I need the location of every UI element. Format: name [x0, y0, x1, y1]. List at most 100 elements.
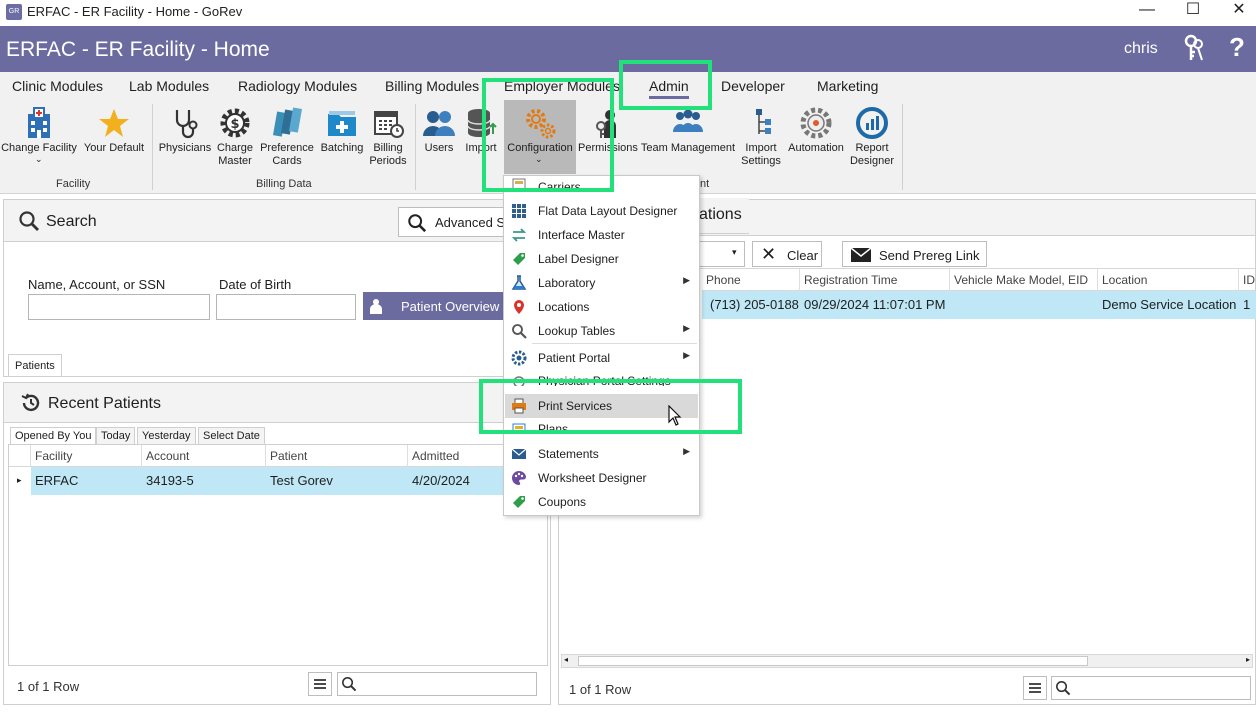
recent-patients-panel: Recent Patients Opened By You Today Yest… — [3, 382, 551, 705]
tab-patients[interactable]: Patients — [8, 354, 62, 376]
users-button[interactable]: Users — [420, 100, 458, 180]
hamburger-icon — [1029, 683, 1041, 693]
tab-developer[interactable]: Developer — [721, 78, 785, 94]
menu-item-flat-data-layout-designer[interactable]: Flat Data Layout Designer — [505, 199, 698, 223]
tab-opened-by-you[interactable]: Opened By You — [10, 427, 97, 445]
change-facility-button[interactable]: Change Facility ⌄ — [0, 100, 78, 180]
tab-radiology-modules[interactable]: Radiology Modules — [238, 78, 357, 94]
search-icon — [1056, 681, 1071, 696]
column-header-account[interactable]: Account — [142, 445, 266, 467]
window-title: ERFAC - ER Facility - Home - GoRev — [27, 4, 243, 19]
grid-filter-input[interactable] — [337, 672, 537, 696]
close-button[interactable]: ✕ — [1216, 0, 1256, 22]
import-settings-button[interactable]: Import Settings — [738, 100, 784, 180]
physicians-button[interactable]: Physicians — [157, 100, 213, 180]
row-count: 1 of 1 Row — [569, 682, 632, 697]
cell-phone: (713) 205-0188 — [710, 297, 799, 312]
physicians-label: Physicians — [158, 142, 212, 154]
search-icon — [342, 677, 357, 692]
charge-master-button[interactable]: $ Charge Master — [212, 100, 258, 180]
menu-item-lookup-tables[interactable]: Lookup Tables ▶ — [505, 319, 698, 343]
search-header: Search Advanced Se — [4, 200, 550, 242]
automation-button[interactable]: Automation — [786, 100, 846, 180]
tab-clinic-modules[interactable]: Clinic Modules — [12, 78, 103, 94]
column-header-patient[interactable]: Patient — [266, 445, 408, 467]
users-label: Users — [424, 142, 454, 154]
menu-item-coupons[interactable]: Coupons — [505, 490, 698, 514]
column-header-phone[interactable]: Phone — [702, 269, 800, 291]
column-header-vehicle[interactable]: Vehicle Make Model, EID — [950, 269, 1098, 291]
tab-registrations[interactable]: ations — [699, 198, 749, 234]
envelope-icon — [511, 448, 527, 459]
table-row[interactable]: (713) 205-0188 09/29/2024 11:07:01 PM De… — [702, 291, 1256, 319]
grid-filter-input[interactable] — [1051, 676, 1251, 700]
horizontal-scrollbar[interactable]: ◂ ▸ — [561, 654, 1253, 668]
user-name[interactable]: chris — [1124, 40, 1158, 58]
menu-item-label-designer[interactable]: Label Designer — [505, 247, 698, 271]
location-dropdown[interactable]: ▾ — [699, 241, 745, 267]
row-indicator-header — [9, 445, 31, 467]
patient-overview-button[interactable]: Patient Overview — [363, 292, 507, 320]
tab-lab-modules[interactable]: Lab Modules — [129, 78, 209, 94]
flow-icon — [756, 109, 771, 134]
hamburger-icon — [314, 679, 326, 689]
column-header-location[interactable]: Location — [1098, 269, 1239, 291]
recent-header: Recent Patients — [4, 383, 550, 423]
team-management-button[interactable]: Team Management — [640, 100, 736, 180]
tab-today[interactable]: Today — [96, 427, 136, 445]
ribbon-separator — [152, 104, 153, 190]
tab-select-date[interactable]: Select Date — [198, 427, 265, 445]
grid-menu-button[interactable] — [1023, 676, 1047, 700]
group-label-billing-data: Billing Data — [256, 178, 312, 190]
preference-cards-button[interactable]: Preference Cards — [258, 100, 316, 180]
column-header-id[interactable]: ID — [1239, 269, 1255, 291]
your-default-button[interactable]: Your Default — [80, 100, 148, 180]
x-icon: ✕ — [761, 244, 777, 264]
name-account-ssn-label: Name, Account, or SSN — [28, 277, 166, 292]
scroll-left-icon[interactable]: ◂ — [564, 655, 568, 664]
batching-button[interactable]: Batching — [317, 100, 367, 180]
name-account-ssn-input[interactable] — [28, 294, 210, 320]
cards-icon — [272, 107, 303, 137]
scrollbar-thumb[interactable] — [578, 656, 1088, 666]
help-icon[interactable]: ? — [1229, 32, 1245, 63]
menu-item-locations[interactable]: Locations — [505, 295, 698, 319]
minimize-button[interactable]: — — [1124, 0, 1170, 22]
row-count: 1 of 1 Row — [17, 679, 80, 694]
table-row[interactable]: ERFAC 34193-5 Test Gorev 4/20/2024 — [31, 467, 549, 495]
import-settings-label: Import Settings — [741, 142, 781, 167]
report-designer-button[interactable]: Report Designer — [848, 100, 896, 180]
column-header-registration-time[interactable]: Registration Time — [800, 269, 950, 291]
team-icon — [673, 109, 703, 132]
maximize-button[interactable]: ☐ — [1170, 0, 1216, 22]
page-title: ERFAC - ER Facility - Home — [6, 38, 270, 61]
menu-item-laboratory[interactable]: Laboratory ▶ — [505, 271, 698, 295]
billing-periods-label: Billing Periods — [369, 142, 407, 167]
send-prereg-link-button[interactable]: Send Prereg Link — [842, 241, 987, 267]
patient-overview-label: Patient Overview — [401, 299, 500, 314]
menu-item-patient-portal[interactable]: Patient Portal ▶ — [505, 346, 698, 370]
tab-yesterday[interactable]: Yesterday — [137, 427, 196, 445]
menu-item-worksheet-designer[interactable]: Worksheet Designer — [505, 466, 698, 490]
clear-label: Clear — [787, 248, 819, 263]
your-default-label: Your Default — [83, 142, 145, 154]
menu-item-statements[interactable]: Statements ▶ — [505, 442, 698, 466]
date-of-birth-input[interactable] — [216, 294, 356, 320]
column-header-facility[interactable]: Facility — [31, 445, 142, 467]
tab-billing-modules[interactable]: Billing Modules — [385, 78, 479, 94]
ribbon-separator — [902, 104, 903, 190]
search-icon — [408, 214, 427, 233]
group-label-admin: nt — [700, 178, 710, 190]
cell-registration-time: 09/29/2024 11:07:01 PM — [804, 297, 946, 312]
dollar-gear-icon: $ — [220, 108, 250, 138]
tab-marketing[interactable]: Marketing — [817, 78, 878, 94]
keys-icon[interactable] — [1182, 34, 1206, 62]
envelope-icon — [851, 248, 871, 262]
menu-item-interface-master[interactable]: Interface Master — [505, 223, 698, 247]
grid-menu-button[interactable] — [308, 672, 332, 696]
scroll-right-icon[interactable]: ▸ — [1246, 655, 1250, 664]
interface-icon — [511, 228, 527, 242]
calendar-icon — [374, 111, 404, 138]
billing-periods-button[interactable]: Billing Periods — [366, 100, 410, 180]
clear-button[interactable]: ✕ Clear — [752, 241, 822, 267]
